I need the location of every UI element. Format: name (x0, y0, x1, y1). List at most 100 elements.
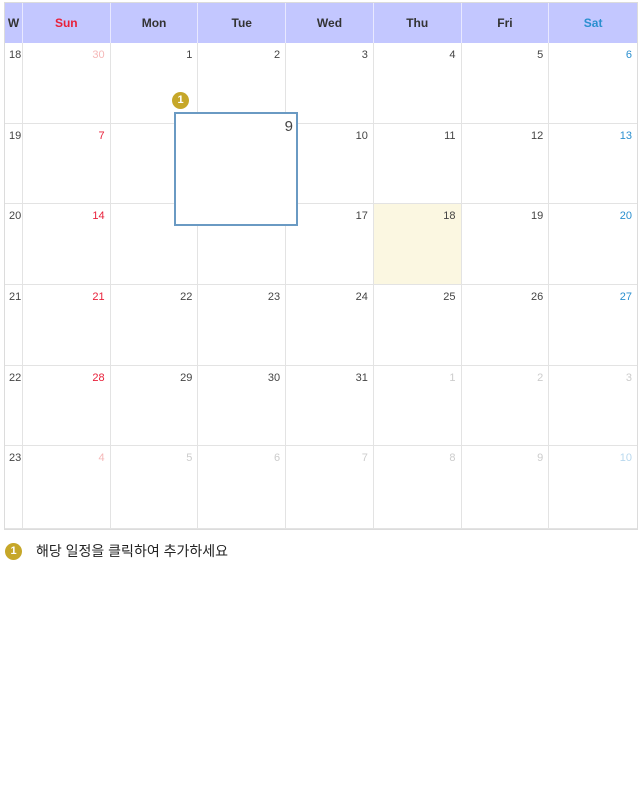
week-number: 19 (9, 130, 22, 142)
day-number: 28 (92, 372, 105, 384)
day-number: 1 (186, 49, 193, 61)
day-cell[interactable]: 13 (549, 124, 637, 204)
day-cell[interactable]: 3 (286, 43, 374, 124)
day-cell[interactable]: 2 (461, 366, 550, 446)
week-number: 20 (9, 210, 22, 222)
week-number-cell: 20 (5, 204, 23, 285)
day-number: 27 (619, 291, 632, 303)
step-badge: 1 (172, 92, 189, 109)
day-cell[interactable]: 24 (286, 285, 374, 366)
day-header-wed: Wed (286, 3, 374, 43)
day-header-fri: Fri (462, 3, 550, 43)
week-number-cell: 21 (5, 285, 23, 366)
day-number: 5 (537, 49, 544, 61)
day-number: 11 (444, 130, 456, 142)
day-cell[interactable]: 10 (286, 124, 374, 204)
selected-date-number: 9 (284, 118, 293, 135)
day-cell[interactable]: 23 (198, 285, 287, 366)
day-cell[interactable]: 1 (373, 366, 462, 446)
day-cell[interactable]: 31 (286, 366, 374, 446)
day-number: 6 (625, 49, 632, 61)
day-cell[interactable]: 26 (461, 285, 550, 366)
day-number: 1 (449, 372, 456, 384)
week-number: 18 (9, 49, 22, 61)
day-header-sat: Sat (583, 16, 603, 30)
week-number: 21 (9, 291, 22, 303)
day-number: 8 (449, 452, 456, 464)
day-number: 21 (92, 291, 105, 303)
day-cell[interactable]: 9 (461, 446, 550, 529)
day-number: 2 (273, 49, 281, 61)
day-number: 5 (186, 452, 193, 464)
week-row: 23 4 5 6 7 8 9 10 (5, 446, 637, 529)
day-cell[interactable]: 30 (198, 366, 287, 446)
day-number: 24 (355, 291, 368, 303)
day-cell[interactable]: 5 (110, 446, 199, 529)
day-number: 9 (537, 452, 544, 464)
day-cell-today[interactable]: 18 (373, 204, 462, 285)
day-number: 26 (531, 291, 544, 303)
day-cell[interactable]: 14 (22, 204, 111, 285)
day-number: 4 (449, 49, 456, 61)
week-column-header: W (5, 3, 23, 43)
day-number: 20 (619, 210, 632, 222)
calendar-month-grid: WSunMonTueWedThuFriSat 18301234561978910… (4, 2, 638, 530)
week-row: 18 30 1 2 3 4 5 6 (5, 43, 637, 124)
day-cell[interactable]: 17 (286, 204, 374, 285)
day-cell[interactable]: 30 (22, 43, 111, 124)
day-number: 7 (98, 130, 105, 142)
week-number-cell: 23 (5, 446, 23, 529)
day-cell[interactable]: 29 (110, 366, 199, 446)
day-cell[interactable]: 3 (549, 366, 637, 446)
day-number: 12 (531, 130, 544, 142)
day-number: 2 (537, 372, 544, 384)
week-row: 22 28 29 30 31 1 2 3 (5, 366, 637, 446)
day-number: 25 (443, 291, 456, 303)
day-number: 3 (625, 372, 632, 384)
day-number: 30 (267, 372, 281, 384)
day-number: 6 (273, 452, 281, 464)
day-cell[interactable]: 7 (22, 124, 111, 204)
day-number: 22 (180, 291, 193, 303)
week-row: 2014151617181920 (5, 204, 637, 285)
day-cell[interactable]: 20 (549, 204, 637, 285)
day-number: 4 (98, 452, 105, 464)
week-number: 22 (9, 372, 22, 384)
day-cell[interactable]: 27 (549, 285, 637, 366)
day-cell[interactable]: 19 (461, 204, 550, 285)
day-number: 3 (361, 49, 368, 61)
day-cell[interactable]: 25 (373, 285, 462, 366)
day-cell[interactable]: 6 (549, 43, 637, 124)
selected-date-cell[interactable]: 9 (174, 112, 298, 226)
week-row: 21 21 22 23 24 25 26 27 (5, 285, 637, 366)
day-cell[interactable]: 5 (461, 43, 550, 124)
day-number: 10 (355, 130, 368, 142)
day-number: 29 (180, 372, 193, 384)
day-cell[interactable]: 22 (110, 285, 199, 366)
instruction-text: 해당 일정을 클릭하여 추가하세요 (36, 543, 228, 559)
day-cell[interactable]: 12 (461, 124, 550, 204)
day-number: 13 (619, 130, 632, 142)
day-header-mon: Mon (111, 3, 199, 43)
day-cell[interactable]: 4 (373, 43, 462, 124)
day-cell[interactable]: 21 (22, 285, 111, 366)
day-cell[interactable]: 8 (373, 446, 462, 529)
day-cell[interactable]: 7 (286, 446, 374, 529)
day-cell[interactable]: 28 (22, 366, 111, 446)
note-badge: 1 (5, 543, 22, 560)
day-cell[interactable]: 4 (22, 446, 111, 529)
day-header-sun: Sun (23, 3, 111, 43)
week-number-cell: 19 (5, 124, 23, 204)
day-number: 31 (355, 372, 368, 384)
day-cell[interactable]: 6 (198, 446, 287, 529)
day-number: 10 (619, 452, 632, 464)
week-number-cell: 18 (5, 43, 23, 124)
day-cell[interactable]: 11 (373, 124, 462, 204)
calendar-header: W Sun Mon Tue Wed Thu Fri Sat (5, 3, 637, 43)
day-cell[interactable]: 10 (549, 446, 637, 529)
day-number: 17 (355, 210, 368, 222)
day-number: 7 (361, 452, 368, 464)
day-header-tue: Tue (198, 3, 287, 43)
day-number: 18 (443, 210, 456, 222)
day-number: 19 (531, 210, 544, 222)
